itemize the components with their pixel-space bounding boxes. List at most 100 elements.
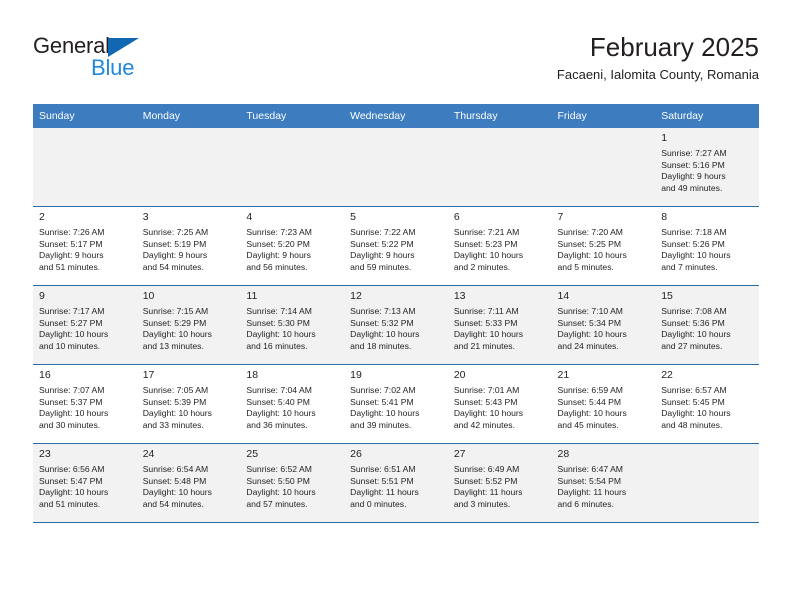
sunrise-text: Sunrise: 7:13 AM — [350, 306, 416, 316]
calendar-day-cell[interactable]: 4 Sunrise: 7:23 AM Sunset: 5:20 PM Daylight… — [240, 206, 345, 286]
day-number: 2 — [39, 211, 45, 223]
calendar-grid: Sunday Monday Tuesday Wednesday Thursday… — [33, 104, 759, 523]
calendar-day-cell[interactable]: 18 Sunrise: 7:04 AM Sunset: 5:40 PM Dayligh… — [240, 364, 345, 444]
calendar-cell-content: 28 Sunrise: 6:47 AM Sunset: 5:54 PM Dayligh… — [551, 444, 656, 522]
calendar-cell-content: 25 Sunrise: 6:52 AM Sunset: 5:50 PM Dayligh… — [240, 444, 345, 522]
daylight-text-line2: and 18 minutes. — [350, 340, 412, 351]
sunrise-text: Sunrise: 7:15 AM — [142, 306, 209, 316]
calendar-day-cell[interactable]: 24 Sunrise: 6:54 AM Sunset: 5:48 PM Dayligh… — [136, 443, 241, 523]
day-number: 3 — [142, 211, 149, 223]
day-details: Sunrise: 7:11 AM Sunset: 5:33 PM Daylight:… — [454, 306, 546, 352]
calendar-day-cell[interactable]: 28 Sunrise: 6:47 AM Sunset: 5:54 PM Dayligh… — [551, 443, 656, 523]
calendar-day-cell[interactable]: 25 Sunrise: 6:52 AM Sunset: 5:50 PM Dayligh… — [240, 443, 345, 523]
calendar-day-cell[interactable]: 13 Sunrise: 7:11 AM Sunset: 5:33 PM Dayligh… — [447, 285, 552, 365]
page-title: February 2025 — [589, 32, 759, 62]
calendar-day-cell[interactable]: 14 Sunrise: 7:10 AM Sunset: 5:34 PM Dayligh… — [551, 285, 656, 365]
daylight-text-line1: Daylight: 11 hours — [453, 487, 523, 498]
sunset-text: Sunset: 5:22 PM — [350, 238, 414, 249]
sunset-text: Sunset: 5:32 PM — [350, 317, 414, 328]
calendar-week-row: 1 Sunrise: 7:27 AM Sunset: 5:16 PM Daylight… — [33, 128, 759, 207]
daylight-text-line2: and 59 minutes. — [350, 261, 412, 272]
daylight-text-line1: Daylight: 10 hours — [453, 250, 524, 261]
daylight-text-line2: and 39 minutes. — [350, 419, 412, 430]
general-blue-logo[interactable]: General Blue — [33, 33, 263, 89]
calendar-cell-content: 23 Sunrise: 6:56 AM Sunset: 5:47 PM Dayligh… — [33, 444, 137, 522]
day-details: Sunrise: 7:17 AM Sunset: 5:27 PM Daylight:… — [39, 306, 131, 352]
weekday-header-row: Sunday Monday Tuesday Wednesday Thursday… — [33, 104, 759, 128]
calendar-cell-content: 26 Sunrise: 6:51 AM Sunset: 5:51 PM Dayligh… — [344, 444, 448, 522]
calendar-day-cell[interactable]: 21 Sunrise: 6:59 AM Sunset: 5:44 PM Dayligh… — [551, 364, 656, 444]
calendar-cell-content — [136, 128, 241, 206]
sunset-text: Sunset: 5:36 PM — [661, 317, 725, 328]
daylight-text-line1: Daylight: 10 hours — [661, 329, 731, 340]
calendar-day-cell[interactable]: 11 Sunrise: 7:14 AM Sunset: 5:30 PM Dayligh… — [240, 285, 345, 365]
day-details: Sunrise: 7:18 AM Sunset: 5:26 PM Daylight:… — [661, 227, 753, 273]
logo-text-blue: Blue — [91, 55, 135, 80]
calendar-cell-content — [344, 128, 448, 206]
daylight-text-line2: and 3 minutes. — [453, 498, 511, 509]
sunrise-text: Sunrise: 6:47 AM — [557, 464, 623, 474]
calendar-day-cell[interactable]: 15 Sunrise: 7:08 AM Sunset: 5:36 PM Dayligh… — [655, 285, 759, 365]
daylight-text-line2: and 33 minutes. — [142, 419, 204, 430]
day-details: Sunrise: 7:13 AM Sunset: 5:32 PM Daylight:… — [350, 306, 442, 352]
calendar-day-cell[interactable]: 10 Sunrise: 7:15 AM Sunset: 5:29 PM Dayligh… — [136, 285, 241, 365]
daylight-text-line2: and 49 minutes. — [661, 182, 723, 193]
weekday-header-wednesday: Wednesday — [344, 104, 448, 128]
calendar-cell-content — [551, 128, 656, 206]
sunrise-text: Sunrise: 6:51 AM — [350, 464, 416, 474]
calendar-day-cell[interactable]: 27 Sunrise: 6:49 AM Sunset: 5:52 PM Dayligh… — [447, 443, 552, 523]
calendar-cell-content: 16 Sunrise: 7:07 AM Sunset: 5:37 PM Dayligh… — [33, 365, 137, 443]
calendar-day-cell[interactable]: 26 Sunrise: 6:51 AM Sunset: 5:51 PM Dayligh… — [344, 443, 448, 523]
calendar-cell-content: 13 Sunrise: 7:11 AM Sunset: 5:33 PM Dayligh… — [447, 286, 552, 364]
calendar-day-cell[interactable]: 6 Sunrise: 7:21 AM Sunset: 5:23 PM Daylight… — [447, 206, 552, 286]
calendar-cell-content: 20 Sunrise: 7:01 AM Sunset: 5:43 PM Dayligh… — [448, 365, 552, 443]
daylight-text-line2: and 21 minutes. — [453, 340, 515, 351]
day-details: Sunrise: 7:14 AM Sunset: 5:30 PM Daylight:… — [246, 306, 338, 352]
daylight-text-line1: Daylight: 10 hours — [39, 408, 109, 419]
calendar-cell-empty — [344, 128, 448, 207]
sunset-text: Sunset: 5:16 PM — [661, 159, 725, 170]
sunrise-text: Sunrise: 7:08 AM — [661, 306, 727, 316]
daylight-text-line2: and 0 minutes. — [350, 498, 407, 509]
day-number: 22 — [661, 369, 673, 381]
sunset-text: Sunset: 5:20 PM — [246, 238, 310, 249]
day-details: Sunrise: 7:25 AM Sunset: 5:19 PM Daylight:… — [143, 227, 235, 273]
day-number: 25 — [246, 448, 259, 460]
day-details: Sunrise: 7:20 AM Sunset: 5:25 PM Daylight:… — [558, 227, 650, 273]
calendar-day-cell[interactable]: 9 Sunrise: 7:17 AM Sunset: 5:27 PM Daylight… — [33, 285, 137, 365]
sunrise-text: Sunrise: 6:49 AM — [453, 464, 520, 474]
weekday-header-saturday: Saturday — [655, 104, 759, 128]
daylight-text-line1: Daylight: 9 hours — [246, 250, 311, 261]
sunset-text: Sunset: 5:19 PM — [142, 238, 207, 249]
calendar-day-cell[interactable]: 16 Sunrise: 7:07 AM Sunset: 5:37 PM Dayligh… — [33, 364, 137, 444]
calendar-day-cell[interactable]: 1 Sunrise: 7:27 AM Sunset: 5:16 PM Daylight… — [655, 128, 759, 207]
calendar-day-cell[interactable]: 19 Sunrise: 7:02 AM Sunset: 5:41 PM Dayligh… — [344, 364, 448, 444]
day-number: 12 — [350, 290, 362, 302]
sunrise-text: Sunrise: 6:56 AM — [39, 464, 105, 474]
calendar-day-cell[interactable]: 23 Sunrise: 6:56 AM Sunset: 5:47 PM Dayligh… — [33, 443, 137, 523]
weekday-header-sunday: Sunday — [33, 104, 137, 128]
calendar-day-cell[interactable]: 20 Sunrise: 7:01 AM Sunset: 5:43 PM Dayligh… — [447, 364, 552, 444]
day-number: 19 — [350, 369, 362, 381]
sunrise-text: Sunrise: 7:11 AM — [453, 306, 519, 316]
calendar-day-cell[interactable]: 7 Sunrise: 7:20 AM Sunset: 5:25 PM Daylight… — [551, 206, 656, 286]
day-details: Sunrise: 6:52 AM Sunset: 5:50 PM Daylight:… — [246, 464, 338, 510]
calendar-cell-empty — [655, 443, 759, 523]
calendar-day-cell[interactable]: 22 Sunrise: 6:57 AM Sunset: 5:45 PM Dayligh… — [655, 364, 759, 444]
calendar-day-cell[interactable]: 5 Sunrise: 7:22 AM Sunset: 5:22 PM Daylight… — [344, 206, 448, 286]
sunrise-text: Sunrise: 7:22 AM — [350, 227, 416, 237]
calendar-day-cell[interactable]: 12 Sunrise: 7:13 AM Sunset: 5:32 PM Dayligh… — [344, 285, 448, 365]
calendar-day-cell[interactable]: 17 Sunrise: 7:05 AM Sunset: 5:39 PM Dayligh… — [136, 364, 241, 444]
sunrise-text: Sunrise: 7:04 AM — [246, 385, 312, 395]
day-details: Sunrise: 7:27 AM Sunset: 5:16 PM Daylight:… — [661, 148, 753, 194]
day-number: 27 — [453, 448, 466, 460]
calendar-day-cell[interactable]: 3 Sunrise: 7:25 AM Sunset: 5:19 PM Daylight… — [136, 206, 241, 286]
daylight-text-line1: Daylight: 10 hours — [246, 487, 316, 498]
calendar-cell-content: 1 Sunrise: 7:27 AM Sunset: 5:16 PM Daylight… — [655, 128, 759, 206]
sunset-text: Sunset: 5:33 PM — [453, 317, 518, 328]
daylight-text-line1: Daylight: 10 hours — [39, 329, 109, 340]
calendar-day-cell[interactable]: 8 Sunrise: 7:18 AM Sunset: 5:26 PM Daylight… — [655, 206, 759, 286]
calendar-day-cell[interactable]: 2 Sunrise: 7:26 AM Sunset: 5:17 PM Daylight… — [33, 206, 137, 286]
calendar-cell-content: 14 Sunrise: 7:10 AM Sunset: 5:34 PM Dayligh… — [551, 286, 656, 364]
sunset-text: Sunset: 5:40 PM — [246, 396, 310, 407]
